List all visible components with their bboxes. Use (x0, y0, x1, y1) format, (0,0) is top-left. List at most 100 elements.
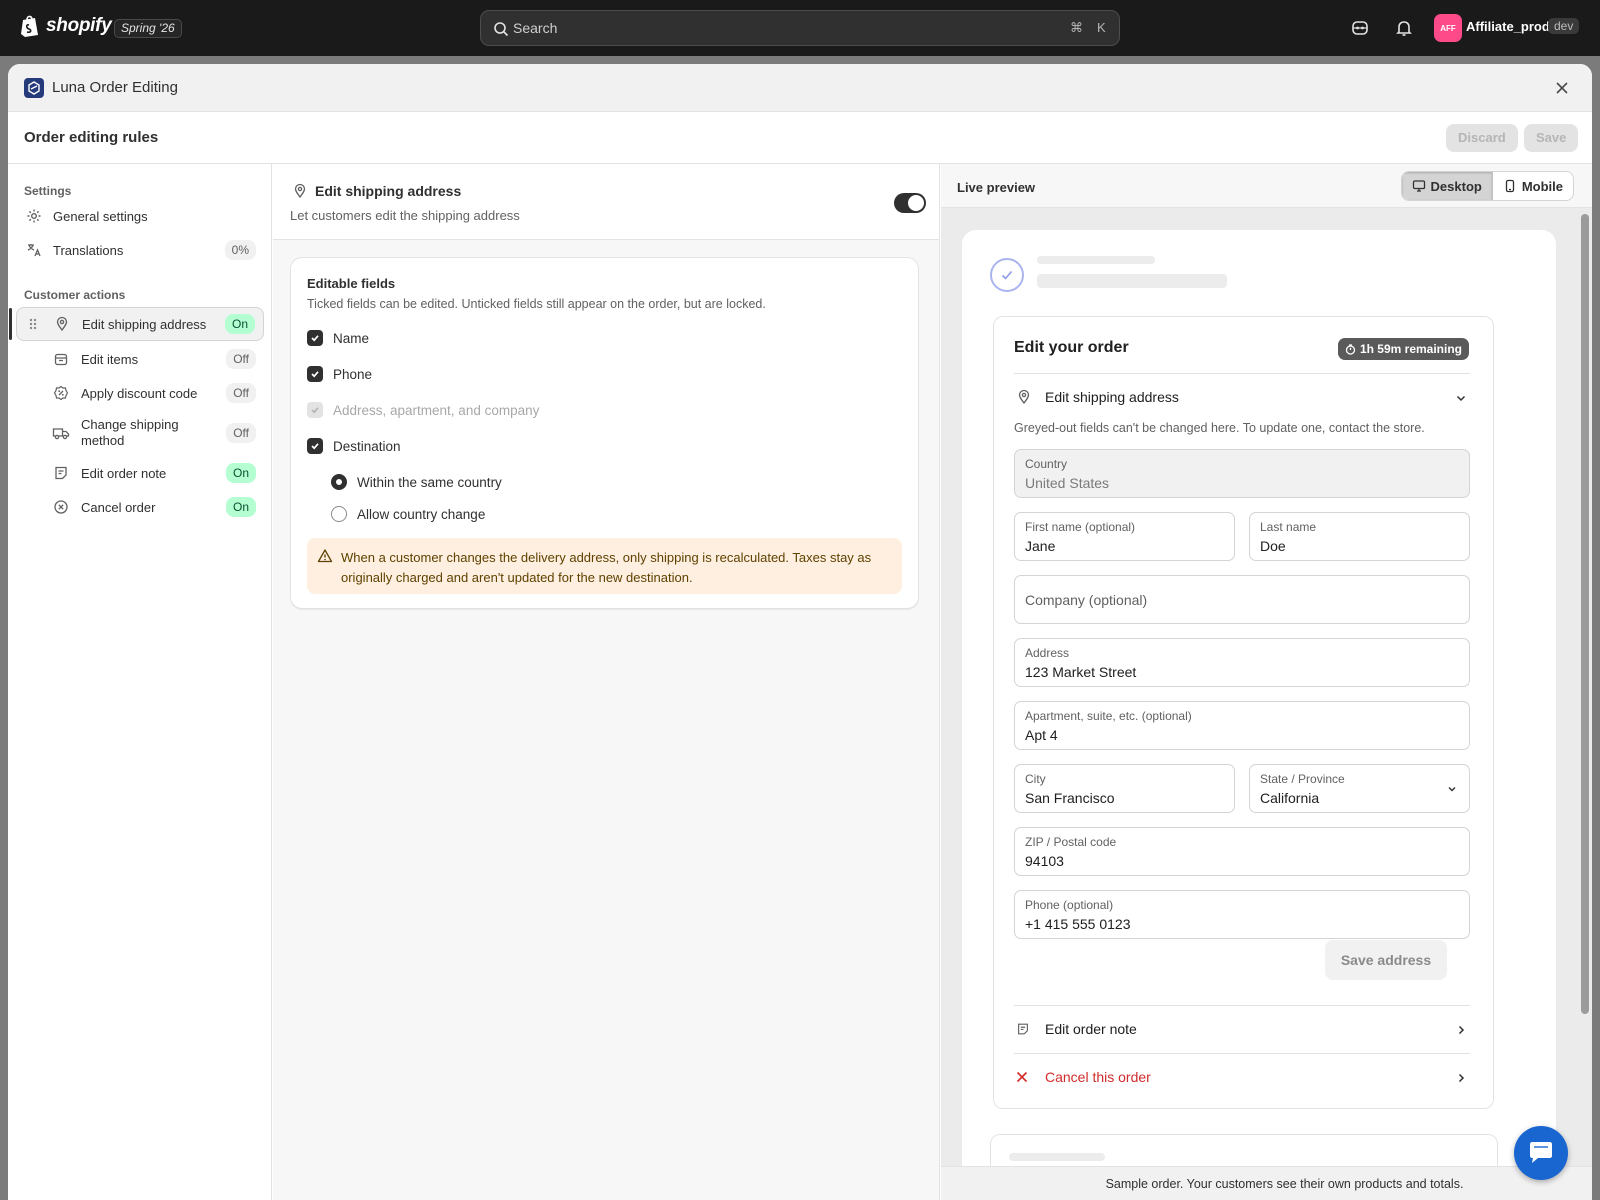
sidebar-item-edit-shipping-address[interactable]: Edit shipping address On (9, 307, 264, 341)
edit-order-card: Edit your order 1h 59m remaining Edit sh… (993, 316, 1494, 1109)
checkbox-label: Destination (333, 438, 401, 454)
note-icon (52, 464, 70, 482)
radio-label: Within the same country (357, 474, 502, 490)
checkmark-circle-icon (990, 258, 1024, 292)
cancel-order-row[interactable]: Cancel this order (994, 1055, 1493, 1101)
chat-launcher-button[interactable] (1514, 1126, 1568, 1180)
search-input[interactable] (513, 11, 1033, 45)
note-icon (1018, 1023, 1028, 1035)
divider (1014, 1005, 1470, 1006)
checkbox-checked-icon[interactable] (307, 438, 323, 454)
field-label: First name (optional) (1025, 520, 1136, 534)
close-modal-button[interactable] (1552, 78, 1572, 98)
store-env-badge: dev (1548, 18, 1580, 34)
sidebar-item-change-shipping-method[interactable]: Change shipping method Off (16, 410, 264, 456)
sidebar-item-label: Change shipping method (81, 417, 179, 448)
radio-unselected[interactable] (331, 506, 347, 522)
notifications-bell-icon[interactable] (1394, 18, 1414, 38)
company-field[interactable]: Company (optional) (1014, 575, 1470, 624)
shopify-wordmark: shopify (46, 15, 112, 36)
skeleton-line (1037, 274, 1227, 288)
location-pin-icon (1018, 389, 1030, 405)
preview-scrollbar[interactable] (1581, 214, 1589, 1014)
status-badge: On (225, 497, 256, 517)
rule-subtitle: Let customers edit the shipping address (290, 208, 520, 223)
first-name-field[interactable]: First name (optional) Jane (1014, 512, 1235, 561)
customer-actions-heading: Customer actions (24, 288, 126, 302)
preview-order-page: Edit your order 1h 59m remaining Edit sh… (962, 230, 1556, 1200)
sidekick-icon[interactable] (1350, 18, 1370, 38)
skeleton-line (1009, 1153, 1105, 1161)
desktop-view-button[interactable]: Desktop (1401, 172, 1493, 200)
settings-sidebar: Settings General settings Translations 0… (8, 164, 272, 1200)
status-badge: Off (226, 383, 256, 403)
radio-allow-country-change[interactable]: Allow country change (331, 506, 485, 522)
gear-icon (25, 207, 43, 225)
field-checkbox-destination[interactable]: Destination (307, 438, 401, 454)
apartment-field[interactable]: Apartment, suite, etc. (optional) Apt 4 (1014, 701, 1470, 750)
discard-button[interactable]: Discard (1446, 124, 1518, 152)
luna-app-icon (24, 78, 44, 98)
sidebar-item-translations[interactable]: Translations 0% (16, 236, 264, 264)
field-checkbox-name[interactable]: Name (307, 330, 369, 346)
drag-handle-icon[interactable] (28, 317, 38, 331)
field-value: Doe (1260, 538, 1286, 554)
desktop-icon (1412, 180, 1425, 192)
sidebar-item-label: Edit items (81, 352, 139, 367)
checkbox-checked-icon[interactable] (307, 366, 323, 382)
shipping-section-header[interactable]: Edit shipping address (994, 375, 1493, 419)
field-value: San Francisco (1025, 790, 1115, 806)
edit-order-note-row[interactable]: Edit order note (994, 1007, 1493, 1053)
zip-field[interactable]: ZIP / Postal code 94103 (1014, 827, 1470, 876)
shortcut-key: K (1097, 20, 1106, 35)
phone-field[interactable]: Phone (optional) +1 415 555 0123 (1014, 890, 1470, 939)
radio-label: Allow country change (357, 506, 486, 522)
section-title: Edit shipping address (1045, 389, 1179, 405)
global-search[interactable]: ⌘ K (480, 10, 1120, 46)
shopify-logo[interactable]: shopify (20, 14, 112, 38)
checkbox-label: Name (333, 330, 370, 346)
radio-same-country[interactable]: Within the same country (331, 474, 502, 490)
checkbox-disabled-icon (307, 402, 323, 418)
sidebar-item-apply-discount-code[interactable]: Apply discount code Off (16, 376, 264, 410)
edition-badge[interactable]: Spring '26 (114, 19, 182, 38)
location-pin-icon (294, 183, 306, 199)
sidebar-item-edit-items[interactable]: Edit items Off (16, 342, 264, 376)
shopify-bag-icon (21, 15, 38, 37)
address-field[interactable]: Address 123 Market Street (1014, 638, 1470, 687)
field-checkbox-phone[interactable]: Phone (307, 366, 372, 382)
rule-editor-header: Edit shipping address Let customers edit… (273, 164, 939, 240)
close-icon (1016, 1071, 1028, 1083)
state-select[interactable]: State / Province California (1249, 764, 1470, 813)
settings-heading: Settings (24, 184, 72, 198)
checkbox-checked-icon[interactable] (307, 330, 323, 346)
save-address-button[interactable]: Save address (1325, 940, 1447, 980)
location-pin-icon (53, 315, 71, 333)
timer-text: 1h 59m remaining (1359, 342, 1462, 356)
toggle-knob (908, 195, 924, 211)
sidebar-item-general-settings[interactable]: General settings (16, 202, 264, 230)
sidebar-item-edit-order-note[interactable]: Edit order note On (16, 456, 264, 490)
sidebar-item-label: Cancel order (81, 500, 156, 515)
sidebar-item-cancel-order[interactable]: Cancel order On (16, 490, 264, 524)
radio-selected[interactable] (331, 474, 347, 490)
field-value: 123 Market Street (1025, 664, 1137, 680)
store-avatar[interactable]: AFF (1434, 14, 1462, 42)
city-field[interactable]: City San Francisco (1014, 764, 1235, 813)
field-checkbox-address: Address, apartment, and company (307, 402, 539, 418)
preview-title: Live preview (957, 180, 1036, 195)
store-name[interactable]: Affiliate_prod (1466, 19, 1550, 34)
skeleton-line (1037, 256, 1155, 264)
mobile-view-button[interactable]: Mobile (1493, 172, 1573, 200)
warning-triangle-icon (317, 549, 333, 563)
field-label: Last name (1260, 520, 1317, 534)
save-button[interactable]: Save (1524, 124, 1579, 152)
status-badge: On (225, 463, 256, 483)
rule-enabled-toggle[interactable] (894, 193, 926, 213)
last-name-field[interactable]: Last name Doe (1249, 512, 1470, 561)
rule-title: Edit shipping address (315, 183, 462, 199)
sample-order-note: Sample order. Your customers see their o… (1105, 1177, 1464, 1191)
modal-header: Luna Order Editing (8, 64, 1592, 112)
row-label: Cancel this order (1045, 1069, 1151, 1085)
card-title: Editable fields (307, 276, 396, 291)
